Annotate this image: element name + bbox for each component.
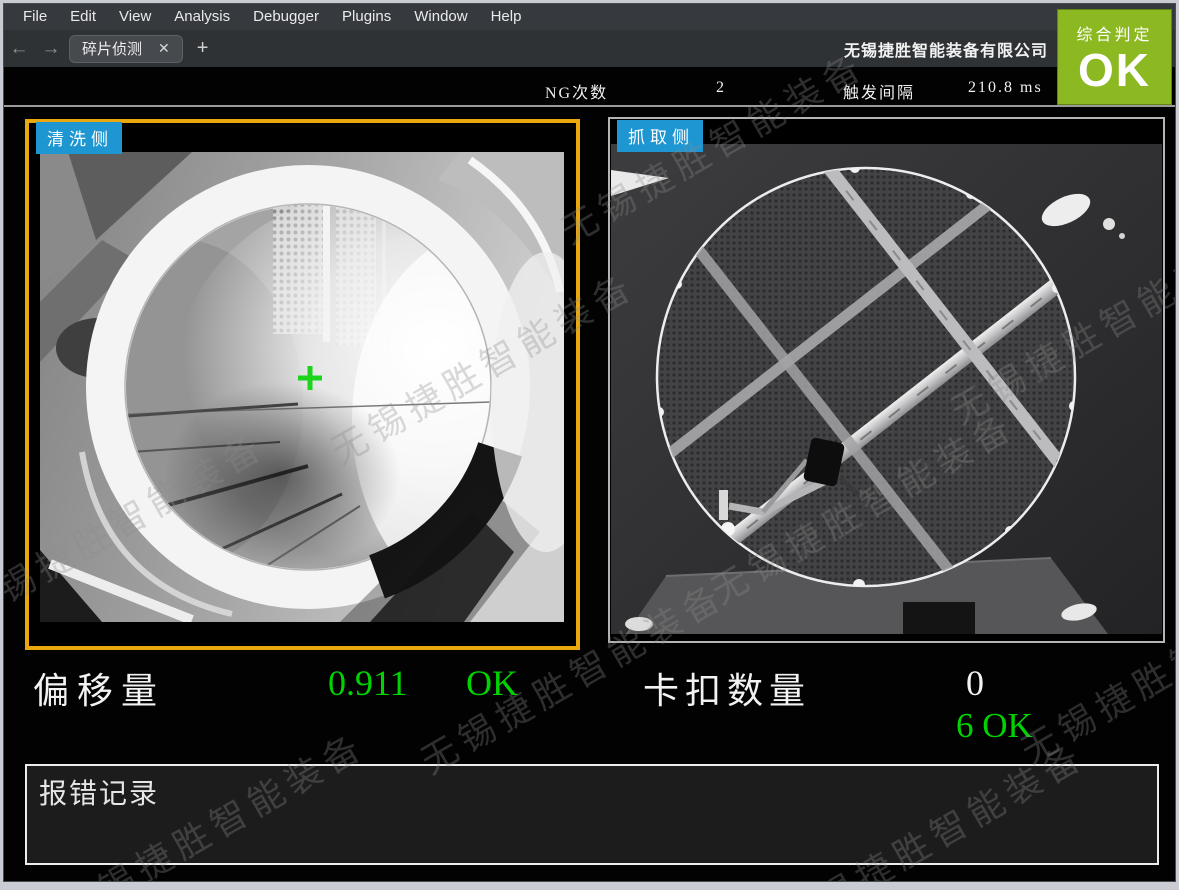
right-camera-image (611, 144, 1162, 634)
menu-item-analysis[interactable]: Analysis (174, 8, 230, 25)
offset-metric-status: OK (466, 662, 518, 704)
app-window: File Edit View Analysis Debugger Plugins… (0, 0, 1179, 890)
left-camera-image (40, 152, 564, 622)
overall-judgement-badge: 综合判定 OK (1057, 9, 1172, 105)
menu-item-edit[interactable]: Edit (70, 8, 96, 25)
tab-bar: ← → 碎片侦测 ✕ + 无锡捷胜智能装备有限公司 (3, 30, 1176, 67)
tab-label: 碎片侦测 (82, 38, 142, 59)
menu-item-help[interactable]: Help (491, 8, 522, 25)
company-name: 无锡捷胜智能装备有限公司 (844, 37, 1048, 61)
left-camera-view-label: 清洗侧 (36, 122, 122, 154)
tab-close-icon[interactable]: ✕ (158, 40, 170, 57)
judgement-value: OK (1078, 47, 1151, 93)
forward-arrow-icon[interactable]: → (35, 38, 67, 60)
menu-item-file[interactable]: File (23, 8, 47, 25)
clip-count-label: 卡扣数量 (643, 662, 811, 714)
right-camera-view-label: 抓取侧 (617, 120, 703, 152)
menu-bar: File Edit View Analysis Debugger Plugins… (3, 3, 1176, 30)
back-arrow-icon[interactable]: ← (3, 38, 35, 60)
trigger-interval-value: 210.8 ms (968, 79, 1043, 97)
clip-count-value: 0 (966, 662, 984, 704)
tab-fragment-detection[interactable]: 碎片侦测 ✕ (69, 35, 183, 63)
offset-metric-value: 0.911 (328, 662, 408, 704)
menu-item-debugger[interactable]: Debugger (253, 8, 319, 25)
menu-item-window[interactable]: Window (414, 8, 467, 25)
new-tab-icon[interactable]: + (197, 37, 209, 60)
offset-metric-label: 偏移量 (33, 662, 165, 714)
error-log-title: 报错记录 (39, 772, 1157, 812)
judgement-label: 综合判定 (1076, 21, 1152, 45)
ng-count-label: NG次数 (545, 79, 608, 103)
clip-count-status: 6 OK (956, 706, 1033, 746)
stats-separator-line (3, 105, 1176, 107)
menu-item-view[interactable]: View (119, 8, 151, 25)
menu-item-plugins[interactable]: Plugins (342, 8, 391, 25)
trigger-interval-label: 触发间隔 (843, 79, 915, 103)
error-log-panel: 报错记录 (25, 764, 1159, 865)
ng-count-value: 2 (716, 79, 726, 97)
